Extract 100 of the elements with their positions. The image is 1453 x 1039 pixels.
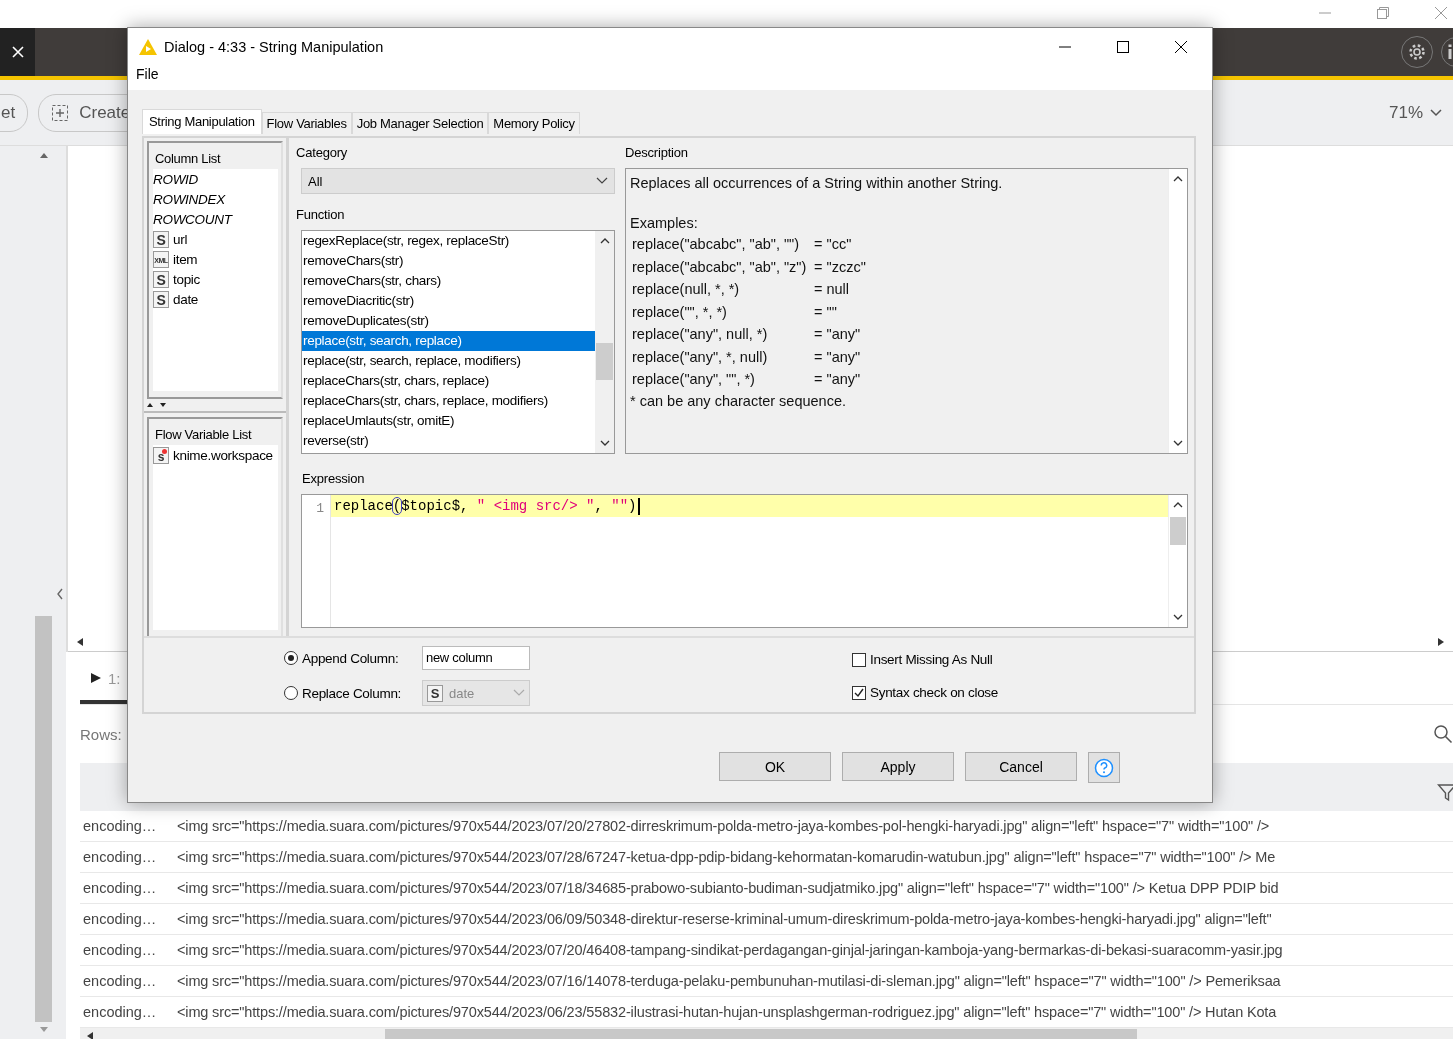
example-result: = null: [814, 280, 851, 299]
caret-icon: [513, 689, 525, 697]
examples-label: Examples:: [630, 214, 699, 233]
string-type-icon: S: [427, 684, 443, 702]
description-label: Description: [625, 144, 689, 162]
category-dropdown[interactable]: All: [301, 168, 615, 194]
checkmark-icon: [853, 686, 865, 699]
scroll-down-icon: [1173, 439, 1183, 447]
function-item[interactable]: removeDuplicates(str): [302, 311, 595, 331]
warning-icon: [138, 38, 158, 56]
scroll-down-icon: [1173, 613, 1183, 621]
scrollbar[interactable]: [35, 151, 52, 1034]
maximize-icon[interactable]: [1116, 40, 1130, 54]
menu-item[interactable]: File: [136, 66, 159, 82]
function-item[interactable]: replaceChars(str, chars, replace): [302, 371, 595, 391]
play-icon: [90, 672, 102, 684]
function-item[interactable]: replaceChars(str, chars, replace, modifiers): [302, 391, 595, 411]
close-icon[interactable]: [1174, 40, 1188, 54]
example-call: replace("any", *, null): [632, 347, 769, 367]
function-item[interactable]: replaceUmlauts(str, omitE): [302, 411, 595, 431]
scroll-up-icon: [38, 151, 49, 159]
scrollbar-thumb[interactable]: [596, 343, 613, 380]
tab[interactable]: Flow Variables: [261, 112, 352, 134]
scrollbar[interactable]: [1168, 169, 1187, 453]
column-item[interactable]: ROWID: [153, 169, 278, 189]
search-icon[interactable]: [1433, 724, 1453, 744]
function-item[interactable]: removeDiacritic(str): [302, 291, 595, 311]
restore-icon[interactable]: [1376, 6, 1390, 20]
collapse-icon[interactable]: [56, 588, 64, 600]
example-result: = "any": [814, 325, 862, 344]
help-button[interactable]: [1088, 752, 1120, 783]
example-call: replace("any", "", *): [632, 370, 756, 389]
function-item[interactable]: replace(str, search, replace, modifiers): [302, 351, 595, 371]
column-name-field[interactable]: new column: [422, 646, 530, 670]
tab[interactable]: Memory Policy: [488, 112, 580, 134]
dialog-button[interactable]: Apply: [842, 752, 954, 781]
string-type-icon: S: [153, 230, 169, 248]
flow-variable-icon: s: [153, 446, 169, 464]
table-cell: <img src="https://media.suara.com/pictures/970x544/2023/06/23/55832-ilustrasi-hutan-hujan-unsplashgerman-rodriguez.jpg" align="left" hspace="7" width="100" /> Hutan Kota: [177, 1004, 1277, 1020]
function-item[interactable]: replace(str, search, replace): [302, 331, 595, 351]
scroll-up-icon: [1173, 175, 1183, 183]
table-cell-text: encoding…: [82, 849, 158, 865]
list-title: Column List: [154, 150, 222, 168]
list-title: Flow Variable List: [154, 426, 253, 444]
scroll-up-icon: [599, 237, 610, 245]
checkbox-option[interactable]: Insert Missing As Null: [852, 652, 999, 667]
example-call: replace(null, *, *): [632, 280, 741, 299]
table-cell-text: encoding…: [82, 1004, 158, 1020]
filter-icon[interactable]: [1437, 783, 1453, 803]
tab[interactable]: Job Manager Selection: [351, 112, 489, 134]
dialog-button[interactable]: OK: [719, 752, 831, 781]
example-result: = "cc": [814, 235, 853, 254]
scrollbar[interactable]: [595, 231, 614, 453]
example-result: = "any": [814, 370, 862, 389]
column-item[interactable]: S topic: [153, 269, 278, 289]
example-result: = "": [814, 302, 838, 322]
function-item[interactable]: regexReplace(str, regex, replaceStr): [302, 231, 595, 251]
column-item[interactable]: S date: [153, 289, 278, 309]
scrollbar[interactable]: [1168, 495, 1187, 627]
scroll-down-icon: [38, 1026, 49, 1034]
expression-label: Expression: [302, 470, 366, 488]
column-item[interactable]: S url: [153, 229, 278, 249]
example-result: = "any": [814, 347, 862, 367]
scroll-left-icon: [86, 1031, 94, 1039]
function-item[interactable]: removeChars(str): [302, 251, 595, 271]
example-result: = "zczc": [814, 257, 866, 277]
table-cell: <img src="https://media.suara.com/pictures/970x544/2023/07/28/67247-ketua-dpp-pdip-bidang-kehormatan-komarudin-watubun.jpg" align="left" hspace="7" width="100" /> Me: [177, 849, 1276, 865]
function-item[interactable]: reverse(str): [302, 431, 595, 451]
scroll-down-icon: [599, 439, 610, 447]
column-item[interactable]: ROWINDEX: [153, 189, 278, 209]
checkbox-option[interactable]: Syntax check on close: [852, 685, 999, 700]
column-dropdown[interactable]: S date: [422, 680, 530, 706]
close-tab-button[interactable]: [0, 28, 35, 76]
rows-label: Rows:: [80, 725, 122, 743]
example-call: replace("any", null, *): [632, 325, 769, 344]
flow-variable-item[interactable]: s knime.workspace: [153, 445, 278, 465]
column-item[interactable]: ROWCOUNT: [153, 209, 278, 229]
table-cell-text: encoding…: [82, 818, 158, 834]
scrollbar-thumb[interactable]: [1170, 517, 1186, 545]
expression-editor[interactable]: 1 replace($topic$, " <img src/> ", ""): [301, 494, 1188, 628]
table-cell: <img src="https://media.suara.com/pictures/970x544/2023/07/20/27802-dirreskrimum-polda-metro-jaya-kombes-pol-hengki-haryadi.jpg" align="left" hspace="7" width="100" />: [177, 818, 1270, 834]
add-icon: [51, 103, 70, 122]
radio-option[interactable]: Append Column:: [284, 650, 422, 666]
tab[interactable]: String Manipulation: [142, 109, 262, 134]
close-icon: [10, 45, 25, 59]
string-type-icon: S: [153, 270, 169, 288]
table-cell-text: encoding…: [82, 911, 158, 927]
toolbar-button[interactable]: et: [0, 93, 29, 132]
scroll-left-icon[interactable]: [76, 637, 84, 647]
table-cell: <img src="https://media.suara.com/pictures/970x544/2023/06/09/50348-direktur-reserse-kriminal-umum-direskrimum-polda-metro-jaya-kombes-hengki-haryadi.jpg" align="left": [177, 911, 1272, 927]
zoom-dropdown[interactable]: 71%: [1388, 102, 1443, 123]
info-icon: [1448, 44, 1452, 60]
function-item[interactable]: removeChars(str, chars): [302, 271, 595, 291]
radio-option[interactable]: Replace Column:: [284, 685, 422, 701]
dialog-button[interactable]: Cancel: [965, 752, 1077, 781]
example-call: replace("", *, *): [632, 302, 728, 322]
scroll-right-icon[interactable]: [1437, 637, 1445, 647]
window-title: Dialog - 4:33 - String Manipulation: [164, 39, 384, 55]
caret-icon: [1429, 107, 1443, 118]
code-line: replace($topic$, " <img src/> ", ""): [334, 498, 637, 514]
